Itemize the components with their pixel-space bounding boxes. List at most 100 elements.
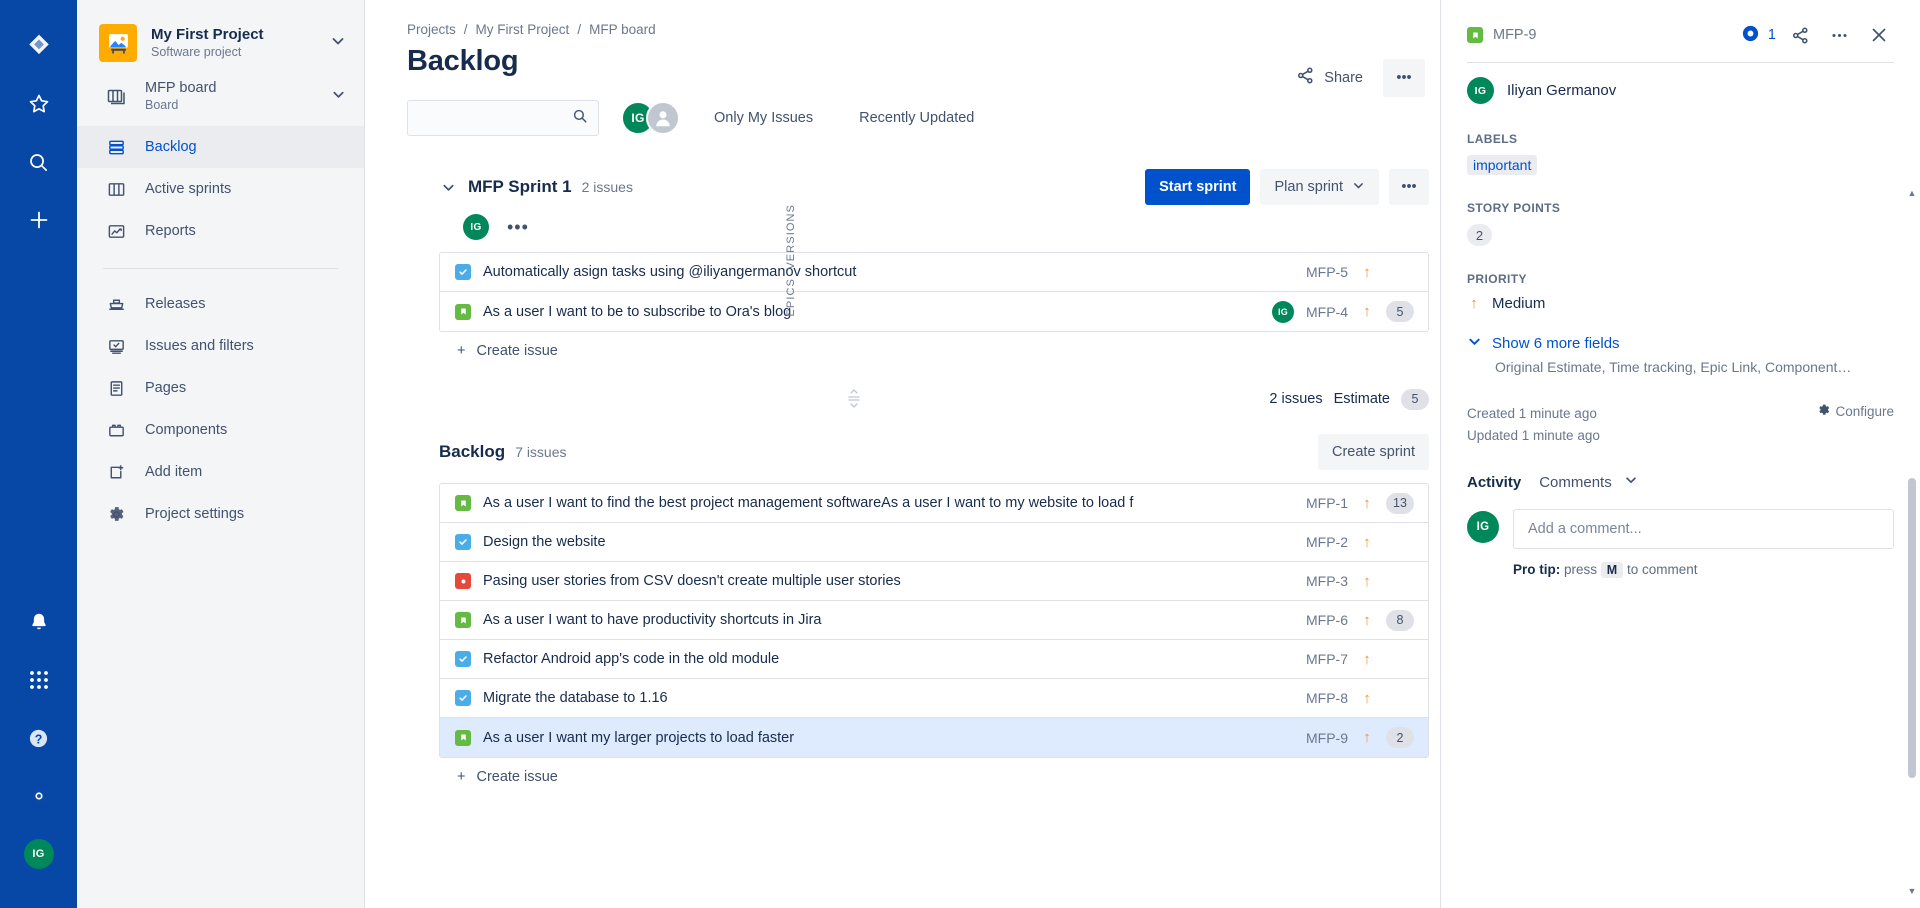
anonymous-avatar-icon[interactable] — [646, 101, 680, 135]
resize-grip-icon[interactable] — [439, 386, 1269, 412]
show-more-subtext: Original Estimate, Time tracking, Epic L… — [1495, 359, 1894, 375]
chevron-down-icon[interactable] — [439, 178, 458, 197]
activity-label: Activity — [1467, 474, 1521, 491]
configure-button[interactable]: Configure — [1817, 403, 1894, 420]
plus-icon: + — [457, 769, 465, 785]
plus-icon[interactable] — [17, 198, 61, 242]
project-header[interactable]: My First Project Software project — [77, 18, 364, 68]
app-switcher-icon[interactable] — [17, 658, 61, 702]
plan-sprint-button[interactable]: Plan sprint — [1260, 169, 1379, 205]
share-icon[interactable] — [1786, 21, 1815, 50]
search-icon[interactable] — [17, 140, 61, 184]
sidebar-item-active-sprints[interactable]: Active sprints — [77, 168, 364, 210]
show-more-fields: Show 6 more fields Original Estimate, Ti… — [1467, 334, 1894, 375]
comment-column: Add a comment... Pro tip: press M to com… — [1513, 509, 1894, 577]
filter-recently-updated[interactable]: Recently Updated — [847, 102, 986, 134]
search-box[interactable] — [407, 100, 599, 136]
vtab-epics[interactable]: EPICS — [783, 274, 799, 321]
sidebar-item-mfp-board[interactable]: MFP board Board — [77, 68, 364, 126]
story-points — [1386, 532, 1414, 553]
scrollbar-thumb[interactable] — [1908, 478, 1916, 778]
chevron-down-icon[interactable] — [326, 29, 350, 58]
breadcrumb-projects[interactable]: Projects — [407, 22, 456, 37]
page-more-button[interactable]: ••• — [1383, 59, 1425, 97]
story-type-icon — [455, 730, 471, 746]
avatar[interactable]: IG — [1272, 301, 1294, 323]
table-row[interactable]: Migrate the database to 1.16 MFP-8 ↑ — [440, 679, 1428, 718]
create-issue-button[interactable]: + Create issue — [439, 332, 1429, 370]
comment-input[interactable]: Add a comment... — [1513, 509, 1894, 549]
sidebar-board-name: MFP board — [145, 80, 216, 97]
comment-placeholder: Add a comment... — [1528, 521, 1642, 537]
label-chip[interactable]: important — [1467, 155, 1537, 175]
priority-value-row[interactable]: ↑ Medium — [1467, 295, 1894, 312]
story-points-value[interactable]: 2 — [1467, 224, 1492, 246]
sprint-more-button[interactable]: ••• — [1389, 169, 1429, 205]
close-icon[interactable] — [1864, 20, 1894, 50]
sidebar-item-issues-and-filters[interactable]: Issues and filters — [77, 325, 364, 367]
sidebar-item-add-item[interactable]: Add item — [77, 451, 364, 493]
settings-icon[interactable] — [17, 774, 61, 818]
watch-button[interactable]: 1 — [1741, 24, 1776, 47]
star-icon[interactable] — [17, 82, 61, 126]
scroll-down-arrow-icon[interactable]: ▼ — [1906, 886, 1918, 896]
detail-more-icon[interactable] — [1825, 21, 1854, 50]
sidebar-item-reports[interactable]: Reports — [77, 210, 364, 252]
breadcrumb-mfp-board[interactable]: MFP board — [589, 22, 656, 37]
story-points: 2 — [1386, 727, 1414, 748]
sidebar-item-label: Active sprints — [145, 179, 231, 199]
breadcrumb-my-first-project[interactable]: My First Project — [476, 22, 570, 37]
avatar[interactable]: IG — [463, 214, 489, 240]
sidebar-board-text: MFP board Board — [145, 80, 216, 114]
chevron-down-icon[interactable] — [327, 83, 350, 112]
project-name: My First Project — [151, 26, 312, 44]
table-row[interactable]: As a user I want to be to subscribe to O… — [440, 292, 1428, 331]
table-row[interactable]: Pasing user stories from CSV doesn't cre… — [440, 562, 1428, 601]
table-row[interactable]: As a user I want to find the best projec… — [440, 484, 1428, 523]
story-points — [1386, 649, 1414, 670]
issue-key: MFP-5 — [1306, 264, 1348, 280]
profile-avatar[interactable]: IG — [17, 832, 61, 876]
table-row[interactable]: As a user I want my larger projects to l… — [440, 718, 1428, 757]
start-sprint-button[interactable]: Start sprint — [1145, 169, 1250, 205]
watch-count: 1 — [1768, 27, 1776, 43]
search-input[interactable] — [418, 110, 572, 126]
page-actions: Share ••• — [1284, 58, 1425, 97]
global-nav-rail: ? IG — [0, 0, 77, 908]
filter-only-my-issues[interactable]: Only My Issues — [702, 102, 825, 134]
timestamps: Created 1 minute ago Updated 1 minute ag… — [1467, 403, 1817, 447]
sidebar-item-backlog[interactable]: Backlog — [77, 126, 364, 168]
detail-issue-key[interactable]: MFP-9 — [1493, 27, 1537, 43]
sidebar-item-pages[interactable]: Pages — [77, 367, 364, 409]
sidebar-item-components[interactable]: Components — [77, 409, 364, 451]
sidebar-item-project-settings[interactable]: Project settings — [77, 493, 364, 535]
table-row[interactable]: Refactor Android app's code in the old m… — [440, 640, 1428, 679]
notifications-icon[interactable] — [17, 600, 61, 644]
scroll-up-arrow-icon[interactable]: ▲ — [1906, 188, 1918, 198]
project-avatar-icon — [99, 24, 137, 62]
jira-logo-icon[interactable] — [17, 24, 61, 68]
sprint-footer: 2 issues Estimate 5 — [439, 370, 1429, 420]
issue-detail-panel: MFP-9 1 — [1440, 0, 1920, 908]
table-row[interactable]: Design the website MFP-2 ↑ — [440, 523, 1428, 562]
table-row[interactable]: Automatically asign tasks using @iliyang… — [440, 253, 1428, 292]
create-issue-button[interactable]: + Create issue — [439, 758, 1429, 796]
table-row[interactable]: As a user I want to have productivity sh… — [440, 601, 1428, 640]
sidebar-item-releases[interactable]: Releases — [77, 283, 364, 325]
sidebar-item-label: Components — [145, 420, 227, 440]
issue-key: MFP-1 — [1306, 495, 1348, 511]
assignee-row[interactable]: IG Iliyan Germanov — [1467, 77, 1894, 104]
show-more-fields-button[interactable]: Show 6 more fields — [1467, 334, 1894, 353]
share-button[interactable]: Share — [1284, 58, 1375, 97]
avatar-group[interactable]: IG — [621, 101, 680, 135]
help-icon[interactable]: ? — [17, 716, 61, 760]
create-sprint-button[interactable]: Create sprint — [1318, 434, 1429, 470]
issue-key: MFP-4 — [1306, 304, 1348, 320]
activity-tab-label: Comments — [1539, 474, 1612, 491]
sprint-meta-more-icon[interactable]: ••• — [499, 218, 537, 236]
vtab-versions[interactable]: VERSIONS — [783, 200, 799, 274]
detail-scrollbar[interactable]: ▲ ▼ — [1906, 188, 1918, 896]
story-points: 5 — [1386, 301, 1414, 322]
breadcrumb-separator: / — [577, 22, 581, 37]
activity-tab-comments[interactable]: Comments — [1539, 473, 1638, 491]
